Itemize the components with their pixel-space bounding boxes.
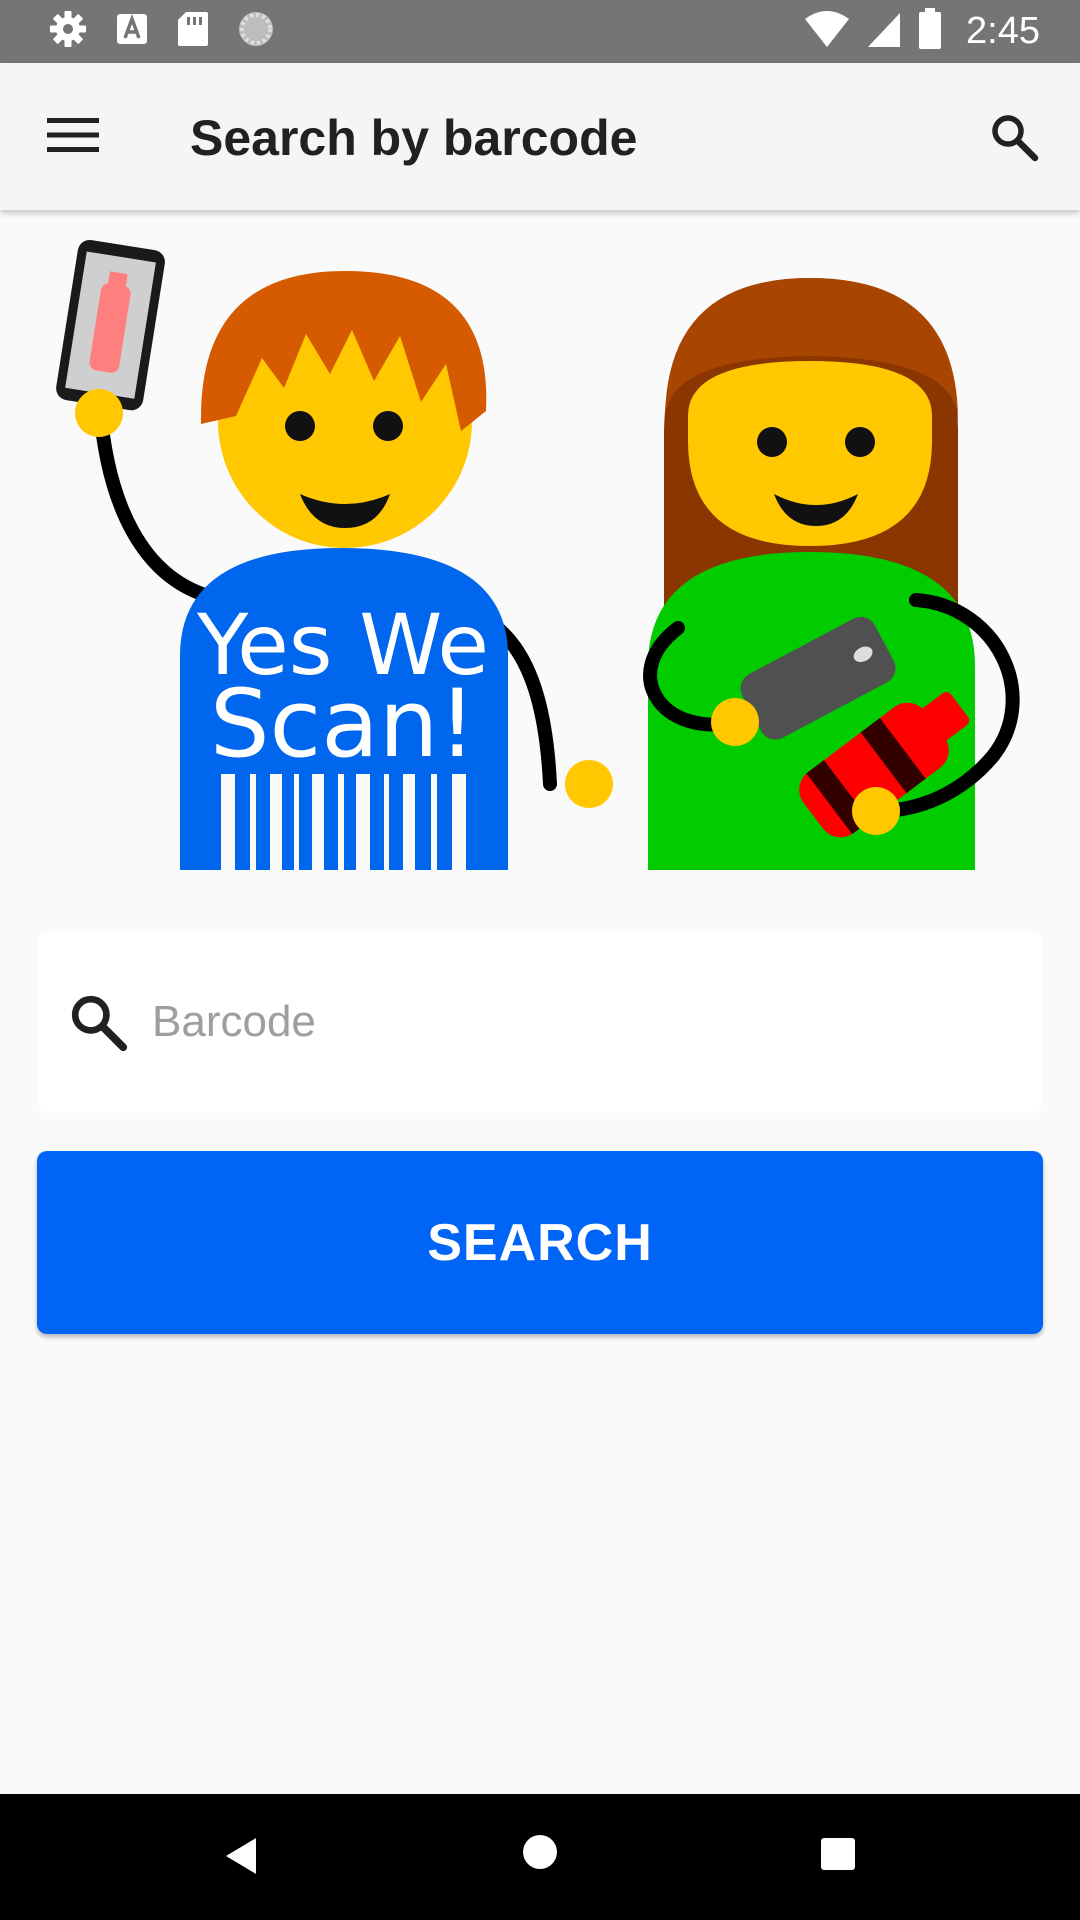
back-icon[interactable] [222,1834,260,1883]
app-bar-search-button[interactable] [982,107,1046,171]
yes-we-scan-illustration: Yes We Scan! [38,226,1042,876]
text-a-icon [114,11,150,52]
navigation-bar [0,1794,1080,1920]
home-icon[interactable] [522,1834,558,1875]
menu-icon [47,116,99,159]
search-button[interactable]: SEARCH [37,1151,1043,1334]
status-system-icons: 2:45 [804,7,1040,55]
app-bar: Search by barcode [0,63,1080,210]
barcode-field[interactable] [38,931,1042,1113]
status-time: 2:45 [966,9,1040,52]
status-bar: 2:45 [0,0,1080,63]
shirt-text-line2: Scan! [210,670,476,779]
sync-icon [236,9,276,54]
barcode-input[interactable] [152,977,1012,1067]
search-icon [989,112,1039,167]
status-notification-icons [48,10,276,52]
search-icon [68,992,128,1052]
recents-icon[interactable] [820,1837,856,1876]
page-title: Search by barcode [190,110,638,166]
wifi-icon [804,9,850,54]
menu-button[interactable] [40,109,106,165]
battery-icon [918,7,942,55]
cell-signal-icon [866,9,902,54]
gear-icon [48,9,88,54]
sd-card-icon [176,10,210,53]
